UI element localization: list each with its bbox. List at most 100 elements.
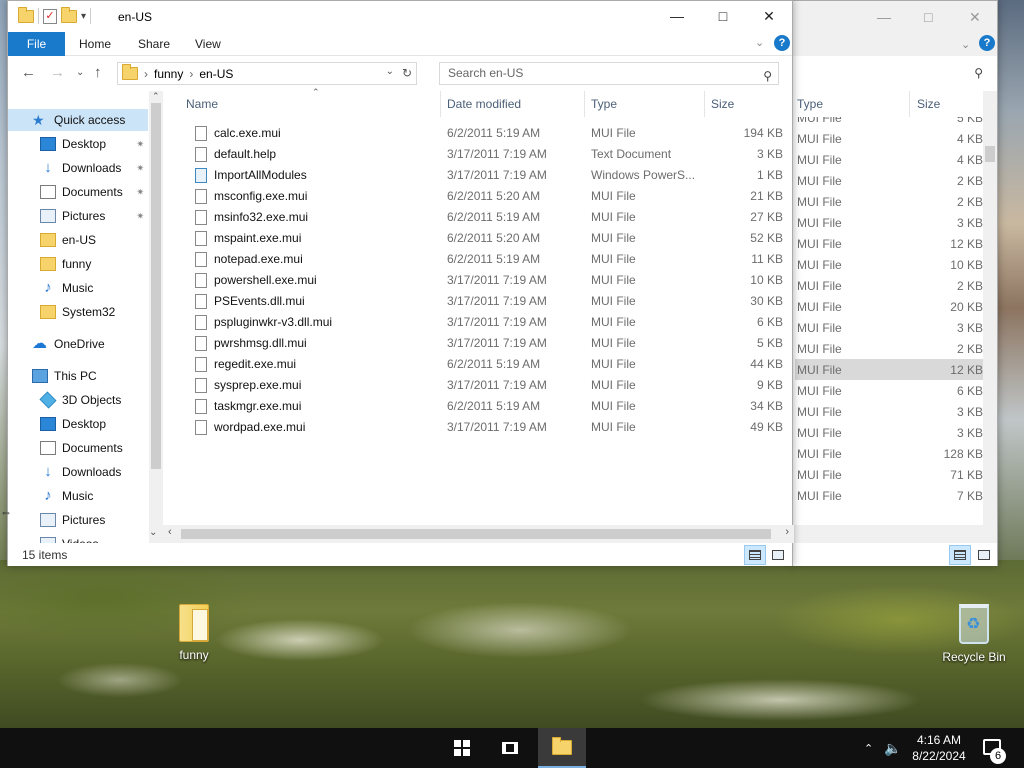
minimize-icon[interactable]: — — [877, 9, 891, 25]
scroll-down-icon[interactable]: ⌄ — [149, 527, 157, 538]
back-arrow-icon[interactable]: ← — [21, 64, 36, 81]
sidebar-item-videos[interactable]: Videos — [8, 533, 148, 543]
table-row[interactable]: MUI File 10 KB — [795, 254, 983, 275]
new-folder-icon[interactable] — [61, 6, 77, 23]
back-horizontal-scrollbar[interactable] — [791, 525, 997, 543]
sidebar-item-pictures[interactable]: Pictures ✷ — [8, 205, 148, 227]
pin-icon[interactable]: ✷ — [136, 211, 144, 222]
breadcrumb-separator-icon[interactable]: › — [189, 67, 193, 81]
column-separator[interactable] — [440, 91, 441, 117]
start-button[interactable] — [438, 728, 486, 768]
title-bar[interactable]: ✓ ▾ en-US — □ ✕ — [8, 1, 792, 32]
table-row[interactable]: MUI File 2 KB — [795, 170, 983, 191]
sidebar-item-music[interactable]: ♪ Music — [8, 277, 148, 299]
table-row[interactable]: notepad.exe.mui 6/2/2011 5:19 AM MUI File 1… — [178, 248, 783, 269]
close-icon[interactable]: ✕ — [969, 9, 981, 26]
sidebar-item-desktop[interactable]: Desktop — [8, 413, 148, 435]
up-arrow-icon[interactable]: ↑ — [94, 64, 102, 81]
recent-locations-icon[interactable]: ⌄ — [76, 67, 84, 78]
details-view-button[interactable] — [949, 545, 971, 565]
address-bar[interactable]: › funny › en-US ⌄ ↻ — [117, 62, 417, 85]
sidebar-item-desktop[interactable]: Desktop ✷ — [8, 133, 148, 155]
table-row[interactable]: MUI File 6 KB — [795, 380, 983, 401]
table-row[interactable]: regedit.exe.mui 6/2/2011 5:19 AM MUI File 4… — [178, 353, 783, 374]
table-row[interactable]: calc.exe.mui 6/2/2011 5:19 AM MUI File 194 … — [178, 122, 783, 143]
chevron-down-icon[interactable]: ⌄ — [961, 38, 970, 51]
expand-ribbon-icon[interactable]: ⌄ — [755, 36, 764, 49]
background-explorer-window[interactable]: — □ ✕ ? ⌄ ⚲ Type Size MUI File 5 KB MUI Fi… — [790, 0, 998, 566]
table-row[interactable]: MUI File 2 KB — [795, 191, 983, 212]
table-row[interactable]: default.help 3/17/2011 7:19 AM Text Docume… — [178, 143, 783, 164]
sidebar-item-downloads[interactable]: ↓ Downloads — [8, 461, 148, 483]
table-row[interactable]: MUI File 3 KB — [795, 212, 983, 233]
customize-toolbar-icon[interactable]: ▾ — [81, 11, 86, 22]
table-row[interactable]: MUI File 4 KB — [795, 128, 983, 149]
sidebar-item-onedrive[interactable]: ☁ OneDrive — [8, 333, 148, 355]
table-row[interactable]: msinfo32.exe.mui 6/2/2011 5:19 AM MUI File… — [178, 206, 783, 227]
search-icon[interactable]: ⚲ — [763, 66, 772, 87]
sidebar-item-quick-access[interactable]: ★ Quick access — [8, 109, 148, 131]
sidebar-item-documents[interactable]: Documents ✷ — [8, 181, 148, 203]
pin-icon[interactable]: ✷ — [136, 139, 144, 150]
scroll-left-icon[interactable]: ‹ — [168, 526, 172, 538]
table-row[interactable]: MUI File 71 KB — [795, 464, 983, 485]
table-row[interactable]: msconfig.exe.mui 6/2/2011 5:20 AM MUI File… — [178, 185, 783, 206]
tab-file[interactable]: File — [8, 32, 65, 56]
maximize-button[interactable]: □ — [700, 1, 746, 31]
tab-home[interactable]: Home — [79, 32, 111, 56]
table-row[interactable]: ImportAllModules 3/17/2011 7:19 AM Windows… — [178, 164, 783, 185]
large-icons-view-button[interactable] — [767, 545, 789, 565]
volume-muted-icon[interactable]: 🔈 — [884, 728, 901, 768]
sidebar-item-funny[interactable]: funny — [8, 253, 148, 275]
scrollbar-thumb[interactable] — [985, 146, 995, 162]
column-separator[interactable] — [584, 91, 585, 117]
sidebar-item-3d-objects[interactable]: 3D Objects — [8, 389, 148, 411]
table-row[interactable]: sysprep.exe.mui 3/17/2011 7:19 AM MUI File… — [178, 374, 783, 395]
column-type[interactable]: Type — [591, 97, 617, 111]
forward-arrow-icon[interactable]: → — [50, 64, 65, 81]
table-row[interactable]: MUI File 2 KB — [795, 275, 983, 296]
breadcrumb-en-us[interactable]: en-US — [199, 67, 233, 81]
column-separator[interactable] — [704, 91, 705, 117]
nav-vertical-scrollbar[interactable]: ⌃ — [149, 91, 163, 543]
sidebar-item-documents[interactable]: Documents — [8, 437, 148, 459]
tab-view[interactable]: View — [195, 32, 221, 56]
column-type[interactable]: Type — [797, 97, 823, 111]
refresh-icon[interactable]: ↻ — [402, 66, 412, 80]
search-icon[interactable]: ⚲ — [974, 66, 983, 80]
table-row[interactable]: MUI File 12 KB — [795, 233, 983, 254]
sidebar-item-music[interactable]: ♪ Music — [8, 485, 148, 507]
table-row[interactable]: MUI File 3 KB — [795, 422, 983, 443]
file-explorer-taskbar-button[interactable] — [538, 728, 586, 768]
table-row[interactable]: MUI File 12 KB — [795, 359, 983, 380]
taskbar-clock[interactable]: 4:16 AM 8/22/2024 — [905, 732, 973, 764]
table-row[interactable]: MUI File 7 KB — [795, 485, 983, 506]
desktop-recycle-bin[interactable]: Recycle Bin — [934, 604, 1014, 664]
column-separator[interactable] — [909, 91, 910, 117]
column-name[interactable]: Name — [186, 97, 218, 111]
sidebar-item-pictures[interactable]: Pictures — [8, 509, 148, 531]
table-row[interactable]: PSEvents.dll.mui 3/17/2011 7:19 AM MUI Fil… — [178, 290, 783, 311]
help-icon[interactable]: ? — [979, 35, 995, 51]
table-row[interactable]: wordpad.exe.mui 3/17/2011 7:19 AM MUI File… — [178, 416, 783, 437]
help-icon[interactable]: ? — [774, 35, 790, 51]
table-row[interactable]: MUI File 128 KB — [795, 443, 983, 464]
task-view-button[interactable] — [486, 728, 534, 768]
large-icons-view-button[interactable] — [973, 545, 995, 565]
pin-icon[interactable]: ✷ — [136, 187, 144, 198]
sidebar-item-this-pc[interactable]: This PC — [8, 365, 148, 387]
sidebar-item-downloads[interactable]: ↓ Downloads ✷ — [8, 157, 148, 179]
table-row[interactable]: pwrshmsg.dll.mui 3/17/2011 7:19 AM MUI Fil… — [178, 332, 783, 353]
maximize-icon[interactable]: □ — [924, 9, 932, 25]
table-row[interactable]: taskmgr.exe.mui 6/2/2011 5:19 AM MUI File 3… — [178, 395, 783, 416]
minimize-button[interactable]: — — [654, 1, 700, 31]
breadcrumb-funny[interactable]: funny — [154, 67, 183, 81]
scroll-up-icon[interactable]: ⌃ — [152, 91, 160, 102]
explorer-window[interactable]: ✓ ▾ en-US — □ ✕ File Home Share View ⌄ ?… — [7, 0, 794, 566]
properties-check-icon[interactable]: ✓ — [43, 8, 57, 24]
table-row[interactable]: MUI File 4 KB — [795, 149, 983, 170]
scroll-right-icon[interactable]: › — [785, 526, 789, 538]
column-size[interactable]: Size — [711, 97, 734, 111]
sidebar-item-system32[interactable]: System32 — [8, 301, 148, 323]
address-dropdown-icon[interactable]: ⌄ — [386, 66, 394, 77]
